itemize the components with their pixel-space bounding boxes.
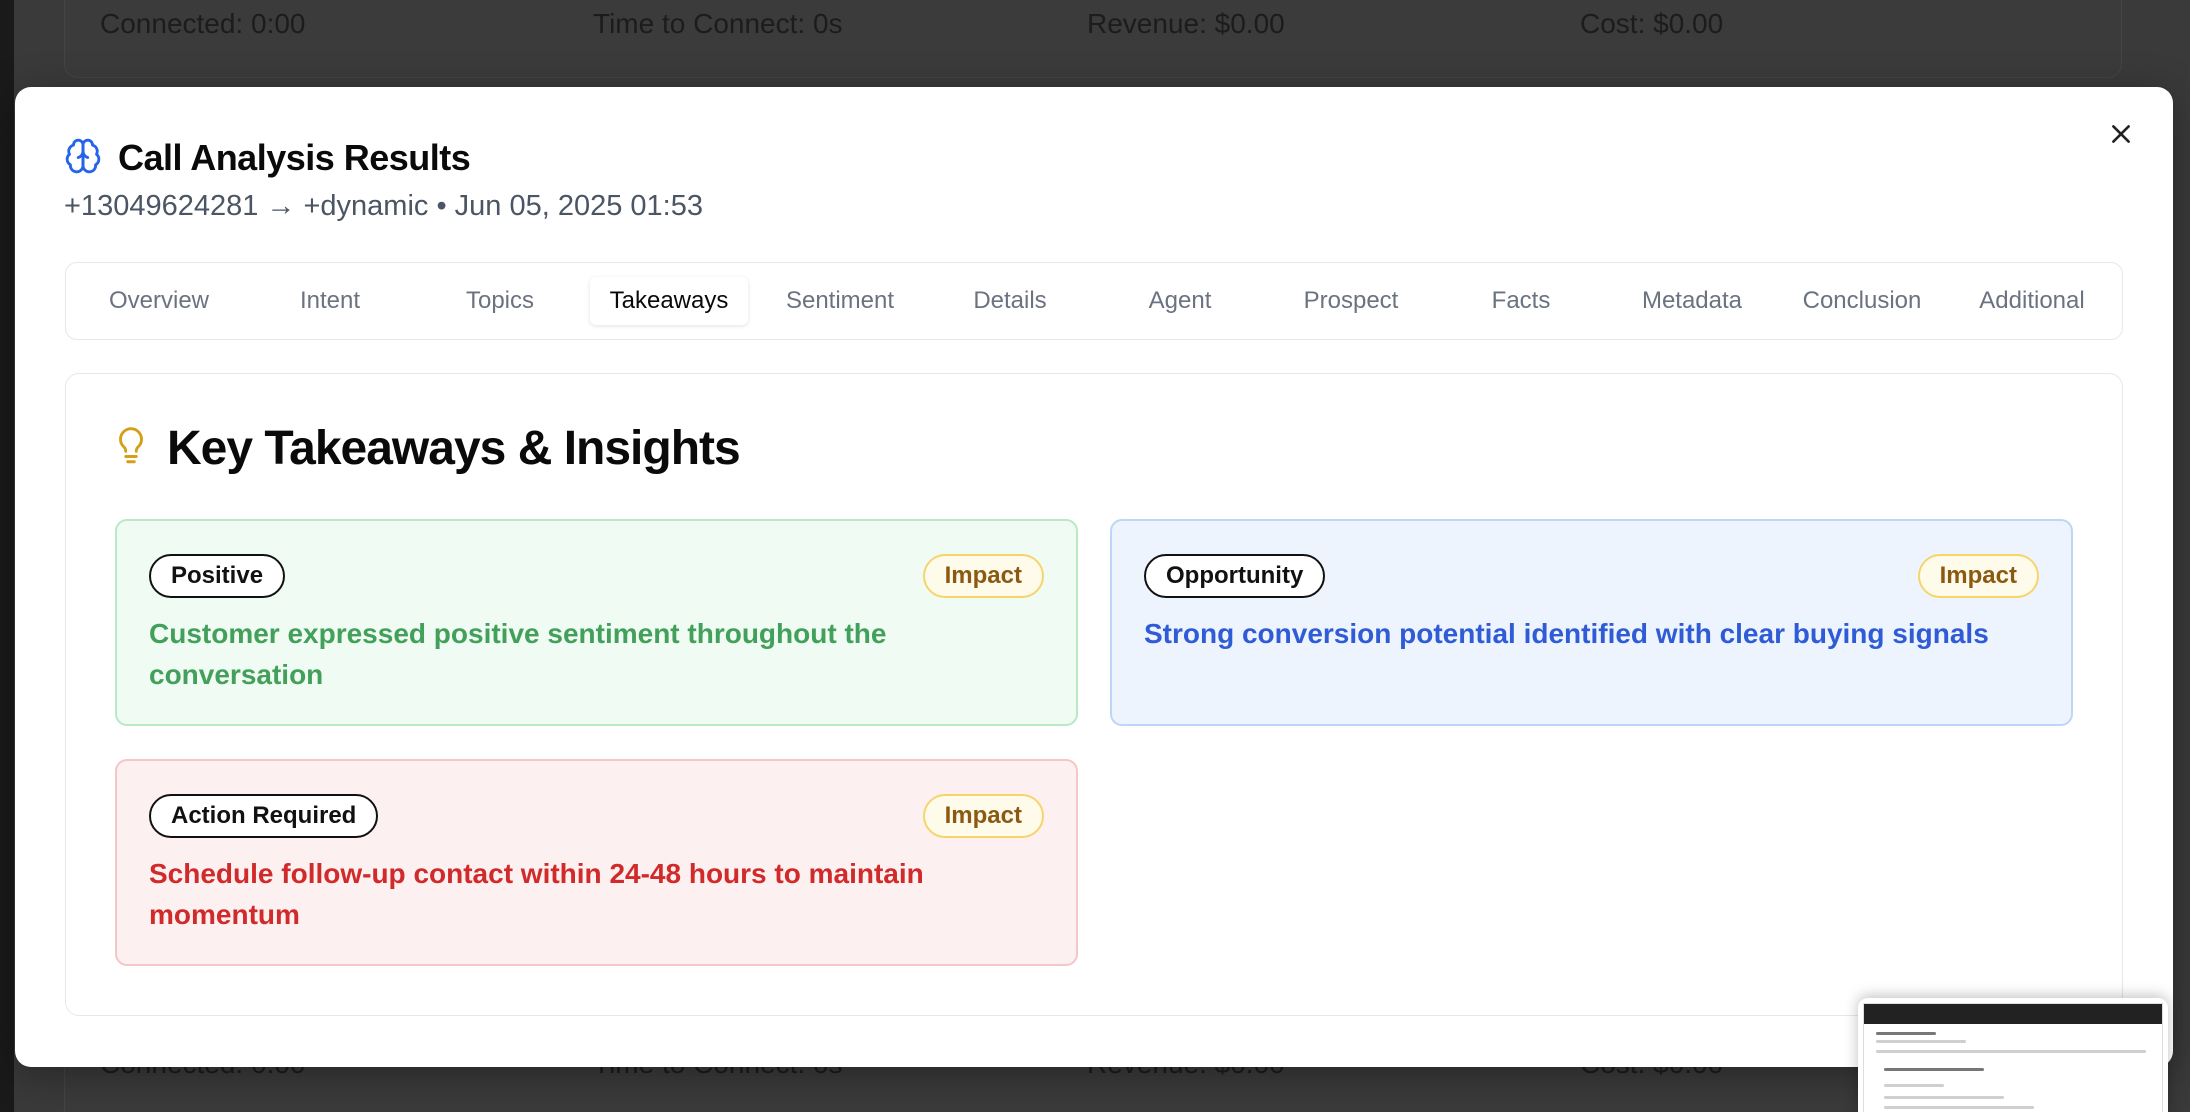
insight-type-badge: Opportunity	[1144, 554, 1326, 598]
thumbnail-line	[1884, 1106, 2034, 1109]
impact-badge: Impact	[922, 794, 1044, 838]
insight-type-badge: Positive	[149, 554, 286, 598]
lightbulb-icon	[115, 425, 147, 472]
tab-metadata[interactable]: Metadata	[1613, 277, 1771, 325]
impact-badge: Impact	[922, 554, 1044, 598]
close-button[interactable]	[2101, 116, 2141, 156]
insight-text: Customer expressed positive sentiment th…	[149, 618, 887, 690]
stat-time-to-connect: Time to Connect: 0s	[593, 8, 843, 39]
modal-title: Call Analysis Results	[118, 137, 471, 178]
tab-prospect[interactable]: Prospect	[1272, 277, 1430, 325]
tab-topics[interactable]: Topics	[421, 277, 579, 325]
thumbnail-line	[1876, 1040, 1966, 1043]
screenshot-thumbnail[interactable]	[1858, 998, 2168, 1112]
stat-cost: Cost: $0.00	[1580, 8, 1724, 39]
thumbnail-header	[1864, 1004, 2162, 1024]
tab-takeaways[interactable]: Takeaways	[590, 277, 748, 325]
tab-overview[interactable]: Overview	[80, 277, 238, 325]
call-subtitle: +13049624281 → +dynamic • Jun 05, 2025 0…	[64, 190, 703, 222]
thumbnail-line	[1876, 1050, 2146, 1053]
thumbnail-line	[1884, 1084, 1944, 1087]
page-edge	[0, 0, 14, 1112]
impact-badge: Impact	[1917, 554, 2039, 598]
insight-type-badge: Action Required	[149, 794, 379, 838]
modal-header: Call Analysis Results	[64, 136, 471, 180]
brain-icon	[64, 137, 102, 180]
insight-card-positive: Positive Impact Customer expressed posit…	[115, 519, 1078, 726]
thumbnail-line	[1884, 1096, 2004, 1099]
tab-facts[interactable]: Facts	[1442, 277, 1600, 325]
tab-intent[interactable]: Intent	[251, 277, 409, 325]
insight-card-action-required: Action Required Impact Schedule follow-u…	[115, 759, 1078, 966]
stat-revenue: Revenue: $0.00	[1087, 8, 1285, 39]
tab-conclusion[interactable]: Conclusion	[1783, 277, 1941, 325]
tab-details[interactable]: Details	[931, 277, 1089, 325]
tab-sentiment[interactable]: Sentiment	[761, 277, 919, 325]
section-header: Key Takeaways & Insights	[115, 420, 741, 476]
close-icon	[2108, 121, 2134, 152]
insight-text: Schedule follow-up contact within 24-48 …	[149, 858, 924, 930]
insight-text: Strong conversion potential identified w…	[1144, 618, 1989, 649]
tab-additional[interactable]: Additional	[1953, 277, 2111, 325]
tab-agent[interactable]: Agent	[1101, 277, 1259, 325]
thumbnail-preview	[1863, 1003, 2163, 1112]
tab-bar: Overview Intent Topics Takeaways Sentime…	[65, 262, 2123, 340]
background-stats-row: Connected: 0:00 Time to Connect: 0s Reve…	[100, 8, 2000, 48]
thumbnail-line	[1876, 1032, 1936, 1035]
stat-connected: Connected: 0:00	[100, 8, 306, 39]
thumbnail-line	[1884, 1068, 1984, 1071]
insight-card-opportunity: Opportunity Impact Strong conversion pot…	[1110, 519, 2073, 726]
section-title: Key Takeaways & Insights	[167, 421, 741, 475]
